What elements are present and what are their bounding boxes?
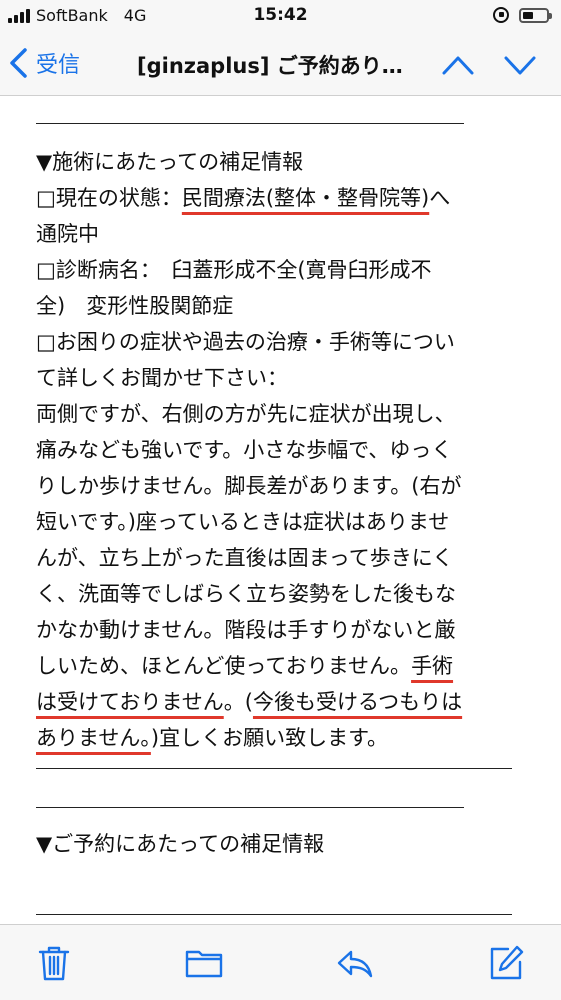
clock: 15:42 (253, 5, 308, 25)
underlined-text: 手術 (411, 654, 454, 678)
underlined-text: ありません。 (36, 726, 151, 750)
diagnosis-label: □診断病名： (36, 258, 172, 282)
divider (36, 914, 512, 915)
body-line: □現在の状態：民間療法(整体・整骨院等)へ (36, 180, 450, 216)
folder-icon (185, 950, 223, 978)
body-text: しいため、ほとんど使っておりません。 (36, 654, 412, 678)
body-line: □診断病名： 臼蓋形成不全(寛骨臼形成不 (36, 252, 432, 288)
chevron-up-icon (442, 56, 474, 75)
chevron-down-icon (504, 56, 536, 75)
status-bar: SoftBank 4G 15:42 (0, 0, 561, 34)
reply-button[interactable] (335, 943, 375, 983)
status-label: □現在の状態： (36, 186, 182, 210)
body-line: んが、立ち上がった直後は固まって歩きにく (36, 546, 454, 570)
back-label: 受信 (36, 53, 81, 78)
body-line: 通院中 (36, 222, 99, 246)
orientation-lock-icon (493, 7, 509, 23)
next-message-button[interactable] (503, 52, 537, 78)
divider (36, 768, 512, 769)
body-line: 両側ですが、右側の方が先に症状が出現し、 (36, 402, 456, 426)
diagnosis-value: 臼蓋形成不全(寛骨臼形成不 (171, 258, 432, 282)
body-line: □お困りの症状や過去の治療・手術等につい (36, 330, 455, 354)
body-line: りしか歩けません。脚長差があります。(右が (36, 474, 462, 498)
underlined-text: は受けておりません (36, 690, 224, 714)
body-line: 短いです。)座っているときは症状はありませ (36, 510, 450, 534)
bottom-toolbar (0, 924, 561, 1000)
divider (36, 123, 464, 124)
reply-icon (337, 950, 373, 978)
underlined-text: 民間療法(整体・整骨院等) (181, 186, 430, 210)
previous-message-button[interactable] (441, 52, 475, 78)
body-text: )宜しくお願い致します。 (150, 726, 388, 750)
nav-bar: 受信 [ginzaplus] ご予約あり… (0, 34, 561, 96)
move-button[interactable] (184, 943, 224, 983)
body-line: く、洗面等でしばらく立ち姿勢をした後もな (36, 582, 456, 606)
delete-button[interactable] (34, 943, 74, 983)
body-line: しいため、ほとんど使っておりません。手術 (36, 648, 453, 684)
battery-level (523, 11, 533, 19)
body-line: ありません。)宜しくお願い致します。 (36, 720, 388, 756)
body-line: かなか動けません。階段は手すりがないと厳 (36, 618, 456, 642)
body-line: は受けておりません。(今後も受けるつもりは (36, 684, 462, 720)
status-tail: へ (429, 186, 451, 210)
underlined-text: 今後も受けるつもりは (252, 690, 463, 714)
compose-button[interactable] (486, 943, 526, 983)
status-right (493, 7, 552, 23)
battery-icon (519, 7, 552, 23)
chevron-left-icon (10, 48, 27, 78)
body-line: 痛みなども強いです。小さな歩幅で、ゆっく (36, 438, 453, 462)
back-button[interactable]: 受信 (8, 47, 80, 79)
message-body: ▼施術にあたっての補足情報 □現在の状態：民間療法(整体・整骨院等)へ 通院中 … (0, 96, 561, 924)
compose-icon (490, 945, 524, 980)
body-text: 。( (223, 690, 253, 714)
body-line: て詳しくお聞かせ下さい： (36, 366, 288, 390)
section-heading: ▼施術にあたっての補足情報 (36, 150, 304, 174)
divider (36, 807, 464, 808)
message-title: [ginzaplus] ご予約あり… (137, 54, 403, 78)
body-line: 全) 変形性股関節症 (36, 294, 234, 318)
trash-icon (38, 946, 70, 981)
section-heading: ▼ご予約にあたっての補足情報 (36, 832, 325, 856)
mail-app: SoftBank 4G 15:42 受信 [ginzaplus] ご予約あり… (0, 0, 561, 1000)
